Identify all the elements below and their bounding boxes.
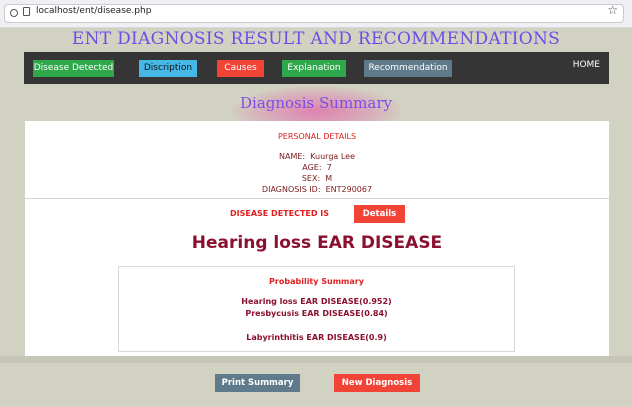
probability-item: Presbycusis EAR DISEASE(0.84) [245,309,388,318]
probability-summary-heading: Probability Summary [269,277,364,286]
probability-summary-box: Probability Summary Hearing loss EAR DIS… [118,266,515,352]
nav-causes-button[interactable]: Causes [217,60,264,77]
nav-disease-detected-button[interactable]: Disease Detected [33,60,114,77]
summary-card: PERSONAL DETAILS NAME: Kuurga Lee AGE: 7… [25,121,609,356]
new-diagnosis-button[interactable]: New Diagnosis [334,374,420,392]
patient-sex: SEX: M [301,174,333,183]
bookmark-star-icon[interactable]: ☆ [607,3,618,17]
details-button[interactable]: Details [354,205,405,223]
url-text[interactable]: localhost/ent/disease.php [36,6,151,16]
summary-title: Diagnosis Summary [240,94,392,112]
section-divider [25,198,609,199]
page-icon [23,7,30,16]
patient-age: AGE: 7 [302,163,332,172]
probability-item: Hearing loss EAR DISEASE(0.952) [241,297,392,306]
page-title: ENT DIAGNOSIS RESULT AND RECOMMENDATIONS [71,29,561,49]
shield-icon [10,9,18,17]
footer-strip [0,356,632,363]
personal-details-heading: PERSONAL DETAILS [277,132,357,141]
nav-explanation-button[interactable]: Explanation [282,60,346,77]
probability-item: Labyrinthitis EAR DISEASE(0.9) [246,333,387,342]
browser-toolbar: localhost/ent/disease.php ☆ [0,0,632,28]
detected-disease-title: Hearing loss EAR DISEASE [191,233,443,253]
nav-home-link[interactable]: HOME [573,60,600,70]
diagnosis-id: DIAGNOSIS ID: ENT290067 [261,185,373,194]
disease-detected-label: DISEASE DETECTED IS [230,209,330,218]
nav-description-button[interactable]: Discription [139,60,197,77]
nav-recommendation-button[interactable]: Recommendation [364,60,452,77]
print-summary-button[interactable]: Print Summary [215,374,300,392]
patient-name: NAME: Kuurga Lee [278,152,355,161]
nav-bar: Disease Detected Discription Causes Expl… [24,52,609,84]
